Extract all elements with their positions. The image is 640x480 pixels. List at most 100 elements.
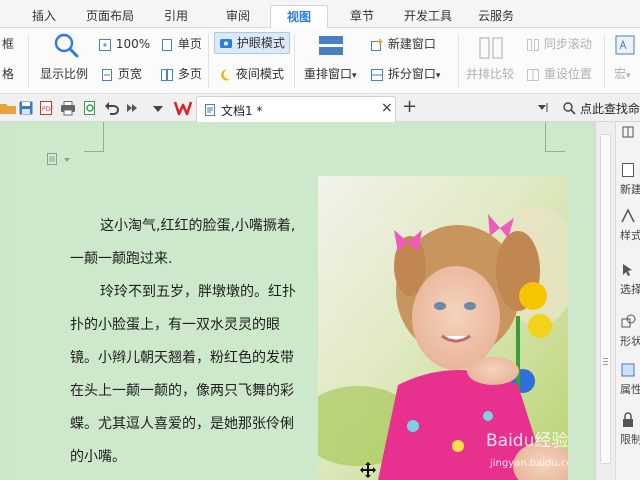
page-corner-mark-left xyxy=(84,122,104,152)
sidebar-item-restrict[interactable]: 限制 xyxy=(620,412,640,447)
tab-view[interactable]: 视图 xyxy=(270,5,328,28)
paragraph-1-line-2: 一颠一颠跑过来. xyxy=(70,251,173,267)
sidebar-item-new[interactable]: 新建 xyxy=(620,162,640,197)
ribbon-toolbar: 框 格 显示比例 100% 单页 页宽 多页 护眼模式 夜间模式 重排窗口▾ 新… xyxy=(0,28,640,94)
new-doc-icon xyxy=(622,163,634,177)
properties-icon xyxy=(621,363,635,377)
magnifier-icon xyxy=(54,33,79,58)
night-mode-button[interactable]: 夜间模式 xyxy=(218,66,284,82)
sidebar-item-select[interactable]: 选择 xyxy=(620,262,640,297)
reset-position-button[interactable]: 重设位置 xyxy=(526,66,592,82)
new-window-button[interactable]: 新建窗口 xyxy=(370,36,436,52)
redo-icon[interactable] xyxy=(124,100,140,116)
tab-page-layout[interactable]: 页面布局 xyxy=(76,5,144,28)
ribbon-cut-item-bottom[interactable]: 格 xyxy=(2,66,14,82)
watermark-url-text: jingyan.baidu.com xyxy=(489,458,568,469)
document-tab[interactable]: 文档1 * × xyxy=(196,96,396,122)
eye-protect-icon xyxy=(220,38,232,48)
macro-button[interactable]: 宏▾ xyxy=(614,66,631,84)
macro-icon xyxy=(615,35,635,55)
paragraph-2-line-3: 镜。小辫儿朝天翘着，粉红色的发带 xyxy=(70,350,294,366)
macro-icon-button[interactable] xyxy=(614,34,636,56)
eye-protect-button[interactable]: 护眼模式 xyxy=(214,32,290,54)
multi-page-button[interactable]: 多页 xyxy=(160,66,202,82)
rearrange-window-icon-button[interactable] xyxy=(318,34,344,58)
document-icon xyxy=(205,104,215,116)
scrollbar-thumb[interactable] xyxy=(600,134,611,464)
sync-scroll-icon xyxy=(527,38,539,51)
sort-down-icon[interactable] xyxy=(536,101,550,115)
quick-access-bar: PDF 文档1 * × + 点此查找命 xyxy=(0,94,640,122)
tab-cloud[interactable]: 云服务 xyxy=(470,5,522,28)
export-pdf-icon[interactable]: PDF xyxy=(38,100,54,116)
page-width-icon xyxy=(102,68,112,81)
paragraph-1-line-1: 这小淘气,红红的脸蛋,小嘴撅着, xyxy=(100,218,296,234)
scrollbar-grip-icon xyxy=(603,358,608,359)
sync-scroll-button[interactable]: 同步滚动 xyxy=(526,36,592,52)
watermark-brand-text: Baidu经验 xyxy=(486,431,568,451)
save-icon[interactable] xyxy=(18,100,34,116)
single-page-button[interactable]: 单页 xyxy=(160,36,202,52)
menu-tab-bar: 插入 页面布局 引用 审阅 视图 章节 开发工具 云服务 xyxy=(0,0,640,28)
sidebar-item-shape[interactable]: 形状 xyxy=(620,314,640,349)
paragraph-2-line-1: 玲玲不到五岁，胖墩墩的。红扑 xyxy=(100,284,296,300)
open-folder-icon[interactable] xyxy=(0,100,16,116)
restrict-icon xyxy=(623,412,633,427)
document-tab-title: 文档1 * xyxy=(221,104,263,118)
moon-icon xyxy=(221,68,231,80)
split-window-icon xyxy=(371,68,383,81)
paragraph-2-line-2: 扑的小脸蛋上，有一双水灵灵的眼 xyxy=(70,317,280,333)
sidebar-item-properties[interactable]: 属性 xyxy=(620,362,640,397)
tab-developer[interactable]: 开发工具 xyxy=(398,5,458,28)
reset-position-icon xyxy=(527,68,539,81)
page-width-button[interactable]: 页宽 xyxy=(100,66,142,82)
paragraph-2-line-5: 蝶。尤其逗人喜爱的，是她那张伶俐 xyxy=(70,416,294,432)
zoom-100-button[interactable]: 100% xyxy=(98,36,150,52)
shape-icon xyxy=(621,314,636,328)
undo-icon[interactable] xyxy=(104,100,120,116)
document-area: 这小淘气,红红的脸蛋,小嘴撅着, 一颠一颠跑过来. 玲玲不到五岁，胖墩墩的。红扑… xyxy=(0,122,595,480)
document-page[interactable]: 这小淘气,红红的脸蛋,小嘴撅着, 一颠一颠跑过来. 玲玲不到五岁，胖墩墩的。红扑… xyxy=(10,122,593,480)
select-icon xyxy=(623,264,632,276)
dropdown-arrow-icon[interactable] xyxy=(150,100,166,116)
move-cursor-icon xyxy=(360,462,376,478)
split-window-button[interactable]: 拆分窗口▾ xyxy=(370,66,440,84)
chevron-down-icon: ▾ xyxy=(352,71,357,81)
page-corner-mark-right xyxy=(545,122,565,152)
print-icon[interactable] xyxy=(60,100,76,116)
side-by-side-button[interactable]: 并排比较 xyxy=(466,66,514,82)
paragraph-options-icon[interactable] xyxy=(46,152,74,166)
new-window-icon xyxy=(371,38,383,51)
paragraph-2-line-4: 在头上一颠一颠的，像两只飞舞的彩 xyxy=(70,383,294,399)
single-page-icon xyxy=(162,38,172,51)
side-by-side-icon xyxy=(479,37,503,59)
wps-logo-icon[interactable] xyxy=(174,99,192,117)
sidebar-pin-icon[interactable] xyxy=(622,126,634,138)
close-tab-icon[interactable]: × xyxy=(381,100,393,116)
search-icon[interactable] xyxy=(562,101,576,115)
print-preview-icon[interactable] xyxy=(82,100,98,116)
tab-review[interactable]: 审阅 xyxy=(214,5,262,28)
zoom-button[interactable] xyxy=(42,32,90,58)
multi-page-icon xyxy=(161,68,173,81)
girl-photo-image[interactable]: Baidu经验 jingyan.baidu.com xyxy=(318,176,568,480)
rearrange-window-icon xyxy=(319,36,343,55)
add-tab-icon[interactable]: + xyxy=(402,96,417,117)
right-sidebar: 新建 样式 选择 形状 属性 限制 xyxy=(615,122,640,480)
tab-insert[interactable]: 插入 xyxy=(22,5,66,28)
vertical-scrollbar[interactable] xyxy=(595,122,615,480)
ribbon-cut-item-top[interactable]: 框 xyxy=(2,36,14,52)
paragraph-2-line-6: 的小嘴。 xyxy=(70,449,126,465)
style-icon xyxy=(621,208,635,223)
sidebar-item-style[interactable]: 样式 xyxy=(620,208,640,243)
svg-text:PDF: PDF xyxy=(42,106,54,113)
find-command-field[interactable]: 点此查找命 xyxy=(580,100,640,117)
rearrange-window-button[interactable]: 重排窗口▾ xyxy=(304,66,357,84)
chevron-down-icon: ▾ xyxy=(435,71,441,81)
tab-chapter[interactable]: 章节 xyxy=(338,5,386,28)
chevron-down-icon: ▾ xyxy=(626,71,631,81)
tab-references[interactable]: 引用 xyxy=(154,5,198,28)
zoom-100-icon xyxy=(99,38,111,51)
side-by-side-icon-button[interactable] xyxy=(478,36,504,60)
zoom-label[interactable]: 显示比例 xyxy=(40,66,88,82)
